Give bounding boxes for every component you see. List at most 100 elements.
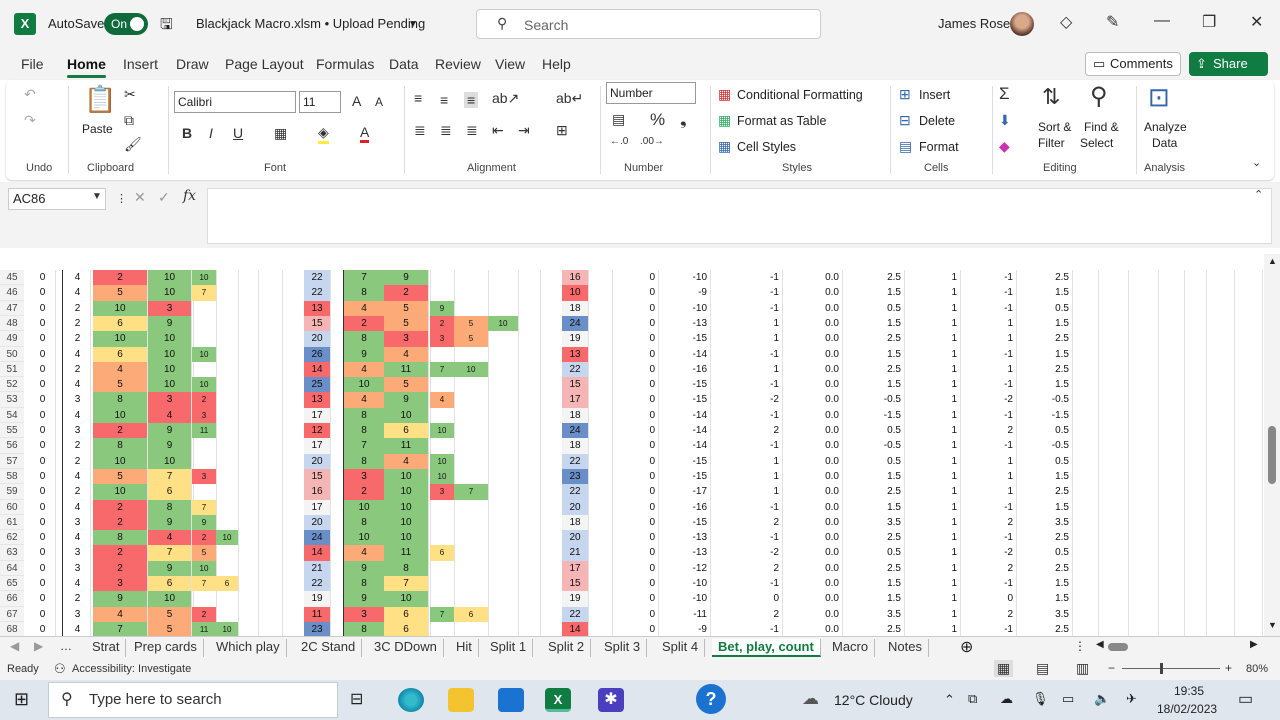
share-button[interactable]: ⇪ Share [1189, 52, 1268, 76]
insert-function-icon[interactable]: fx [183, 188, 196, 204]
cell-ad49[interactable]: 1 [904, 331, 960, 346]
merge-center-icon[interactable]: ⊞ [556, 122, 568, 139]
cell-s58[interactable] [454, 469, 488, 484]
microphone-icon[interactable]: 🎙 [1032, 691, 1049, 707]
cell-m46[interactable]: 22 [304, 285, 330, 301]
row-header[interactable]: 45 [0, 270, 24, 286]
cell-ab48[interactable]: 0.0 [782, 316, 842, 331]
cell-i62[interactable]: 10 [216, 530, 238, 546]
row-header[interactable]: 66 [0, 591, 24, 607]
cell-h59[interactable] [192, 484, 216, 499]
cell-r66[interactable] [430, 591, 454, 606]
cell-d60[interactable]: 4 [65, 500, 90, 515]
cell-aa45[interactable]: -1 [710, 270, 782, 285]
cell-i46[interactable] [216, 285, 238, 300]
menu-formulas[interactable]: Formulas [316, 56, 374, 72]
cell-p56[interactable]: 11 [384, 438, 428, 454]
cell-e57[interactable]: 10 [93, 453, 147, 469]
cell-d58[interactable]: 4 [65, 469, 90, 484]
excel-taskbar-icon[interactable]: X [545, 688, 571, 712]
format-painter-icon[interactable]: 🖌 [124, 136, 142, 153]
cell-s51[interactable]: 10 [454, 361, 488, 378]
cell-ac47[interactable]: 0.5 [842, 301, 904, 316]
cell-y68[interactable]: 0 [612, 622, 658, 636]
cell-i48[interactable] [216, 316, 238, 331]
notifications-icon[interactable]: ▭ [1238, 689, 1253, 709]
cell-ac62[interactable]: 2.5 [842, 530, 904, 545]
cell-i61[interactable] [216, 515, 238, 530]
worksheet-grid[interactable]: 45 0 4 2 10 10 22 7 9 16 0 -10 -1 0.0 2.5 1 -1 2.5 46 0 4 5 10… [0, 254, 1264, 636]
cell-h64[interactable]: 10 [192, 560, 216, 577]
cell-h53[interactable]: 2 [192, 392, 216, 408]
cell-af54[interactable]: -1.5 [1016, 408, 1072, 423]
cell-e52[interactable]: 5 [93, 377, 147, 393]
hscroll-thumb[interactable] [1108, 643, 1128, 651]
cell-c63[interactable]: 0 [30, 545, 55, 560]
cell-s59[interactable]: 7 [454, 484, 488, 500]
mail-icon[interactable] [498, 688, 524, 712]
cell-i67[interactable] [216, 607, 238, 622]
cell-s60[interactable] [454, 500, 488, 515]
cell-ac50[interactable]: 1.5 [842, 347, 904, 362]
cell-c66[interactable]: 0 [30, 591, 55, 606]
cell-d66[interactable]: 2 [65, 591, 90, 606]
cell-h62[interactable]: 2 [192, 530, 216, 546]
increase-decimal-icon[interactable]: ←.0 [610, 136, 628, 147]
cell-c46[interactable]: 0 [30, 285, 55, 300]
cell-ae52[interactable]: -1 [960, 377, 1016, 392]
sheet-tab-bet-play-count[interactable]: Bet, play, count [712, 639, 821, 657]
cell-ad66[interactable]: 1 [904, 591, 960, 606]
cell-aa67[interactable]: 2 [710, 607, 782, 622]
cell-y65[interactable]: 0 [612, 576, 658, 591]
row-header[interactable]: 55 [0, 423, 24, 439]
cell-i58[interactable] [216, 469, 238, 484]
cell-af61[interactable]: 3.5 [1016, 515, 1072, 530]
cell-y54[interactable]: 0 [612, 408, 658, 423]
cell-m55[interactable]: 12 [304, 423, 330, 439]
number-format-select[interactable]: Number [606, 82, 696, 104]
find-select-label-2[interactable]: Select [1080, 136, 1113, 150]
cell-y60[interactable]: 0 [612, 500, 658, 515]
cell-ae57[interactable]: 1 [960, 454, 1016, 469]
cell-ac63[interactable]: 0.5 [842, 545, 904, 560]
cell-z57[interactable]: -15 [658, 454, 710, 469]
cell-af64[interactable]: 2.5 [1016, 561, 1072, 576]
cell-h57[interactable] [192, 454, 216, 469]
cell-p51[interactable]: 11 [384, 361, 428, 378]
cell-e47[interactable]: 10 [93, 300, 147, 316]
cell-c49[interactable]: 0 [30, 331, 55, 346]
cell-s45[interactable] [454, 270, 488, 285]
cell-p62[interactable]: 10 [384, 530, 428, 546]
cell-aa48[interactable]: 1 [710, 316, 782, 331]
cell-i57[interactable] [216, 454, 238, 469]
cell-m54[interactable]: 17 [304, 407, 330, 424]
cell-e55[interactable]: 2 [93, 423, 147, 439]
cell-aa57[interactable]: 1 [710, 454, 782, 469]
volume-icon[interactable]: 🔈 [1094, 691, 1110, 707]
cell-f65[interactable]: 6 [148, 576, 191, 592]
increase-indent-icon[interactable]: ⇥ [518, 122, 530, 139]
task-view-icon[interactable]: ⊟ [350, 689, 363, 709]
cell-ac56[interactable]: -0.5 [842, 438, 904, 453]
cell-c59[interactable]: 0 [30, 484, 55, 499]
cell-ac59[interactable]: 2.5 [842, 484, 904, 499]
cell-ab62[interactable]: 0.0 [782, 530, 842, 545]
sheet-tab-notes[interactable]: Notes [882, 639, 929, 657]
cell-af53[interactable]: -0.5 [1016, 392, 1072, 407]
sheet-tab-split-2[interactable]: Split 2 [542, 639, 592, 657]
cell-m57[interactable]: 20 [304, 453, 330, 469]
align-top-icon[interactable]: ≡ [414, 90, 422, 106]
page-break-view-icon[interactable]: ▥ [1076, 660, 1089, 677]
cell-e56[interactable]: 8 [93, 438, 147, 454]
cell-i55[interactable] [216, 423, 238, 438]
cell-o60[interactable]: 10 [344, 499, 384, 515]
document-title[interactable]: Blackjack Macro.xlsm • Upload Pending [196, 16, 425, 31]
cell-p53[interactable]: 9 [384, 392, 428, 408]
cell-r56[interactable] [430, 438, 454, 453]
cell-r52[interactable] [430, 377, 454, 392]
cell-af47[interactable]: 0.5 [1016, 301, 1072, 316]
cell-s64[interactable] [454, 561, 488, 576]
cell-s61[interactable] [454, 515, 488, 530]
cell-f60[interactable]: 8 [148, 499, 191, 515]
cell-ab45[interactable]: 0.0 [782, 270, 842, 285]
